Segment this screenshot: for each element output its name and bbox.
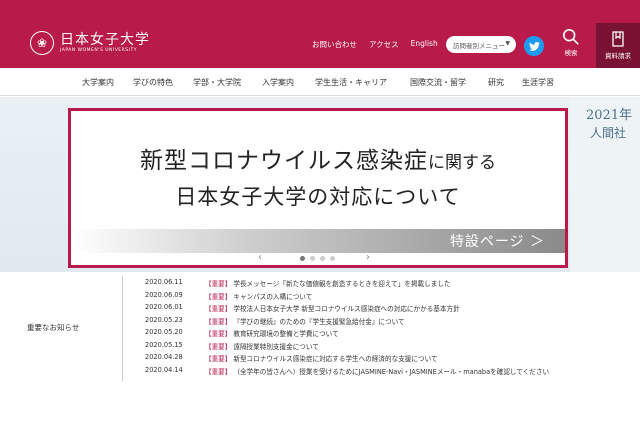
university-emblem-icon: ❀ (30, 31, 54, 55)
list-item[interactable]: 2020.05.20 【重要】 教育研究環境の整備と学費について (145, 328, 549, 341)
news-tag: 【重要】 (205, 305, 232, 313)
news-divider (122, 276, 123, 381)
news-tag: 【重要】 (205, 280, 232, 288)
list-item[interactable]: 2020.05.15 【重要】 遠隔授業特別支援金について (145, 341, 549, 354)
hero-bg-subtitle: 人間社 (590, 126, 627, 140)
carousel-dot[interactable] (310, 256, 315, 261)
news-title[interactable]: 学校法人日本女子大学 新型コロナウイルス感染症への対応にかかる基本方針 (233, 303, 459, 316)
news-date: 2020.06.01 (145, 303, 183, 311)
nav-features[interactable]: 学びの特色 (133, 77, 173, 88)
news-date: 2020.04.28 (145, 353, 183, 361)
english-link[interactable]: English (411, 39, 438, 50)
carousel-next-icon[interactable]: › (366, 252, 370, 263)
news-date: 2020.04.14 (145, 365, 183, 374)
utility-links: お問い合わせ アクセス English (312, 39, 438, 50)
site-header: ❀ 日本女子大学 JAPAN WOMEN'S UNIVERSITY お問い合わせ… (0, 0, 640, 68)
nav-about[interactable]: 大学案内 (82, 77, 114, 88)
list-item[interactable]: 2020.06.11 【重要】 学長メッセージ「新たな価値観を創造するときを迎えて」… (145, 278, 549, 291)
list-item[interactable]: 2020.06.09 【重要】 キャンパスの入構について (145, 291, 549, 304)
list-item[interactable]: 2020.04.14 【重要】 （全学年の皆さんへ）授業を受けるためにJASMINE… (145, 366, 549, 379)
carousel-dot[interactable] (330, 256, 335, 261)
news-title[interactable]: 『学びの継続』のための『学生支援緊急給付金』について (233, 316, 404, 329)
news-title[interactable]: （全学年の皆さんへ）授業を受けるためにJASMINE-Navi・JASMINEメ… (233, 366, 549, 379)
carousel-prev-icon[interactable]: ‹ (258, 252, 262, 263)
main-nav: 大学案内 学びの特色 学部・大学院 入学案内 学生生活・キャリア 国際交流・留学… (0, 68, 640, 96)
hero-bg-year: 2021年 (586, 108, 633, 123)
nav-research[interactable]: 研究 (488, 77, 504, 88)
search-button[interactable]: 検索 (553, 28, 589, 64)
news-title[interactable]: 遠隔授業特別支援金について (233, 341, 319, 354)
important-notices-list: 2020.06.11 【重要】 学長メッセージ「新たな価値観を創造するときを迎えて」… (145, 278, 549, 378)
nav-admissions[interactable]: 入学案内 (262, 77, 294, 88)
carousel-dot[interactable] (300, 256, 305, 261)
news-tag: 【重要】 (205, 342, 232, 351)
news-title[interactable]: 教育研究環境の整備と学費について (233, 328, 338, 341)
covid-banner[interactable]: 新型コロナウイルス感染症に関する 日本女子大学の対応について 特設ページ ＞ (68, 108, 568, 268)
special-page-link-label: 特設ページ ＞ (449, 234, 545, 250)
search-icon (562, 28, 579, 45)
nav-student-life[interactable]: 学生生活・キャリア (315, 77, 387, 88)
document-request-icon (612, 31, 624, 47)
visitor-menu-value: 訪問者別メニュー (453, 41, 505, 50)
contact-link[interactable]: お問い合わせ (312, 39, 357, 50)
news-tag: 【重要】 (205, 292, 232, 301)
logo-name-jp: 日本女子大学 (60, 31, 150, 48)
list-item[interactable]: 2020.06.01 【重要】 学校法人日本女子大学 新型コロナウイルス感染症への対… (145, 303, 549, 316)
request-materials-label: 資料請求 (605, 52, 631, 60)
university-logo[interactable]: ❀ 日本女子大学 JAPAN WOMEN'S UNIVERSITY (30, 31, 150, 55)
list-item[interactable]: 2020.05.23 【重要】 『学びの継続』のための『学生支援緊急給付金』について (145, 316, 549, 329)
visitor-menu-select[interactable]: 訪問者別メニュー ▼ (446, 36, 516, 53)
news-date: 2020.05.15 (145, 340, 183, 349)
nav-lifelong-learning[interactable]: 生涯学習 (522, 77, 554, 88)
carousel-dot[interactable] (320, 256, 325, 261)
list-item[interactable]: 2020.04.28 【重要】 新型コロナウイルス感染症に対応する学生への経済的な支… (145, 353, 549, 366)
nav-international[interactable]: 国際交流・留学 (410, 77, 466, 88)
logo-name-en: JAPAN WOMEN'S UNIVERSITY (60, 47, 137, 53)
page: ❀ 日本女子大学 JAPAN WOMEN'S UNIVERSITY お問い合わせ… (0, 0, 640, 426)
news-tag: 【重要】 (205, 367, 232, 376)
banner-title-main: 新型コロナウイルス感染症 (140, 148, 428, 174)
access-link[interactable]: アクセス (369, 39, 399, 50)
request-materials-button[interactable]: 資料請求 (596, 23, 640, 68)
news-title[interactable]: 新型コロナウイルス感染症に対応する学生への経済的な支援について (233, 353, 437, 366)
news-date: 2020.05.20 (145, 328, 183, 336)
important-notices-heading: 重要なお知らせ (27, 323, 80, 332)
news-date: 2020.05.23 (145, 315, 183, 324)
carousel-dots (300, 256, 335, 261)
special-page-link[interactable]: 特設ページ ＞ (71, 229, 565, 253)
news-date: 2020.06.09 (145, 290, 183, 299)
news-title[interactable]: 学長メッセージ「新たな価値観を創造するときを迎えて」を掲載しました (233, 278, 450, 291)
nav-faculties[interactable]: 学部・大学院 (193, 77, 241, 88)
banner-title-line2: 日本女子大学の対応について (175, 185, 461, 209)
news-title[interactable]: キャンパスの入構について (233, 291, 312, 304)
news-tag: 【重要】 (205, 317, 232, 326)
search-label: 検索 (564, 49, 578, 57)
news-tag: 【重要】 (205, 330, 232, 338)
news-tag: 【重要】 (205, 355, 232, 363)
news-date: 2020.06.11 (145, 278, 183, 286)
chevron-down-icon: ▼ (505, 40, 510, 47)
banner-title-line1: 新型コロナウイルス感染症に関する (71, 141, 565, 175)
twitter-icon[interactable] (524, 36, 544, 56)
banner-title-rest: に関する (428, 153, 496, 173)
